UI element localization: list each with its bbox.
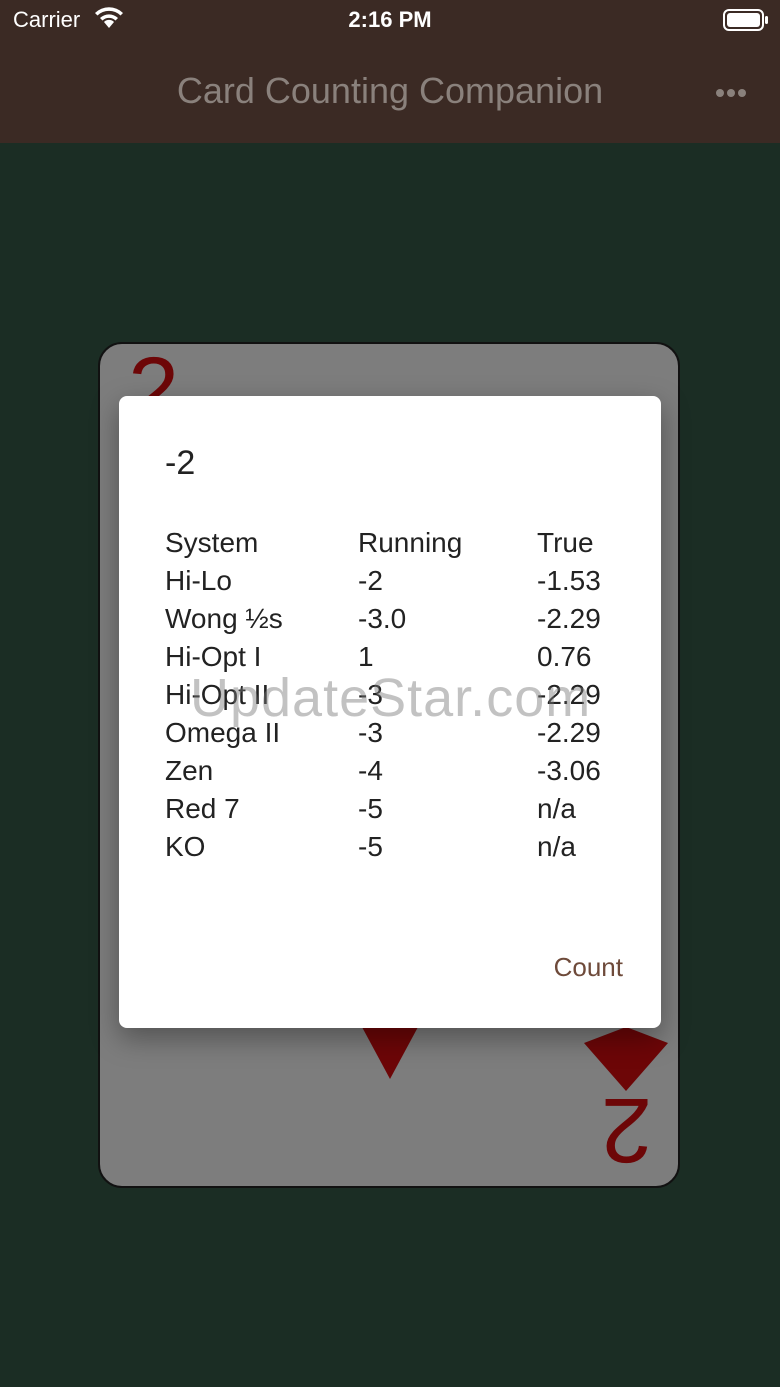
system-name: Omega II bbox=[165, 717, 281, 748]
diamond-pip-icon bbox=[362, 1027, 418, 1079]
dialog-title: -2 bbox=[165, 444, 196, 482]
status-time: 2:16 PM bbox=[348, 7, 432, 32]
table-row: Zen -4 -3.06 bbox=[165, 752, 625, 790]
running-count: -3 bbox=[358, 679, 383, 710]
table-row: Hi-Lo -2 -1.53 bbox=[165, 562, 625, 600]
battery-icon bbox=[723, 9, 768, 31]
count-table: System Running True Hi-Lo -2 -1.53 Wong ½s… bbox=[165, 524, 625, 866]
diamond-corner-icon bbox=[584, 1027, 668, 1091]
true-count: n/a bbox=[537, 831, 576, 862]
table-row: Wong ½s -3.0 -2.29 bbox=[165, 600, 625, 638]
table-header-row: System Running True bbox=[165, 524, 625, 562]
page-title: Card Counting Companion bbox=[176, 70, 604, 111]
running-count: -3 bbox=[358, 717, 383, 748]
running-count: -5 bbox=[358, 793, 383, 824]
system-name: Zen bbox=[165, 755, 214, 786]
true-count: -2.29 bbox=[537, 717, 601, 748]
true-count: -2.29 bbox=[537, 603, 601, 634]
header-system: System bbox=[165, 527, 259, 558]
running-count: 1 bbox=[358, 641, 374, 672]
true-count: -3.06 bbox=[537, 755, 601, 786]
system-name: Hi-Opt I bbox=[165, 641, 262, 672]
system-name: Wong ½s bbox=[165, 603, 283, 634]
system-name: Hi-Lo bbox=[165, 565, 232, 596]
table-row: Red 7 -5 n/a bbox=[165, 790, 625, 828]
table-row: Hi-Opt I 1 0.76 bbox=[165, 638, 625, 676]
status-bar: Carrier 2:16 PM bbox=[0, 0, 780, 42]
table-row: KO -5 n/a bbox=[165, 828, 625, 866]
count-dialog: -2 System Running True Hi-Lo -2 -1.53 Wong… bbox=[119, 396, 661, 1028]
system-name: KO bbox=[165, 831, 206, 862]
header-true: True bbox=[537, 527, 594, 558]
running-count: -4 bbox=[358, 755, 383, 786]
navigation-bar: Card Counting Companion bbox=[0, 42, 780, 143]
system-name: Red 7 bbox=[165, 793, 240, 824]
true-count: 0.76 bbox=[537, 641, 592, 672]
header-running: Running bbox=[358, 527, 463, 558]
true-count: -1.53 bbox=[537, 565, 601, 596]
more-icon[interactable] bbox=[716, 84, 756, 98]
true-count: n/a bbox=[537, 793, 576, 824]
table-row: Hi-Opt II -3 -2.29 bbox=[165, 676, 625, 714]
running-count: -3.0 bbox=[358, 603, 407, 634]
running-count: -2 bbox=[358, 565, 383, 596]
running-count: -5 bbox=[358, 831, 383, 862]
system-name: Hi-Opt II bbox=[165, 679, 270, 710]
true-count: -2.29 bbox=[537, 679, 601, 710]
table-row: Omega II -3 -2.29 bbox=[165, 714, 625, 752]
count-button[interactable]: Count bbox=[554, 952, 623, 983]
